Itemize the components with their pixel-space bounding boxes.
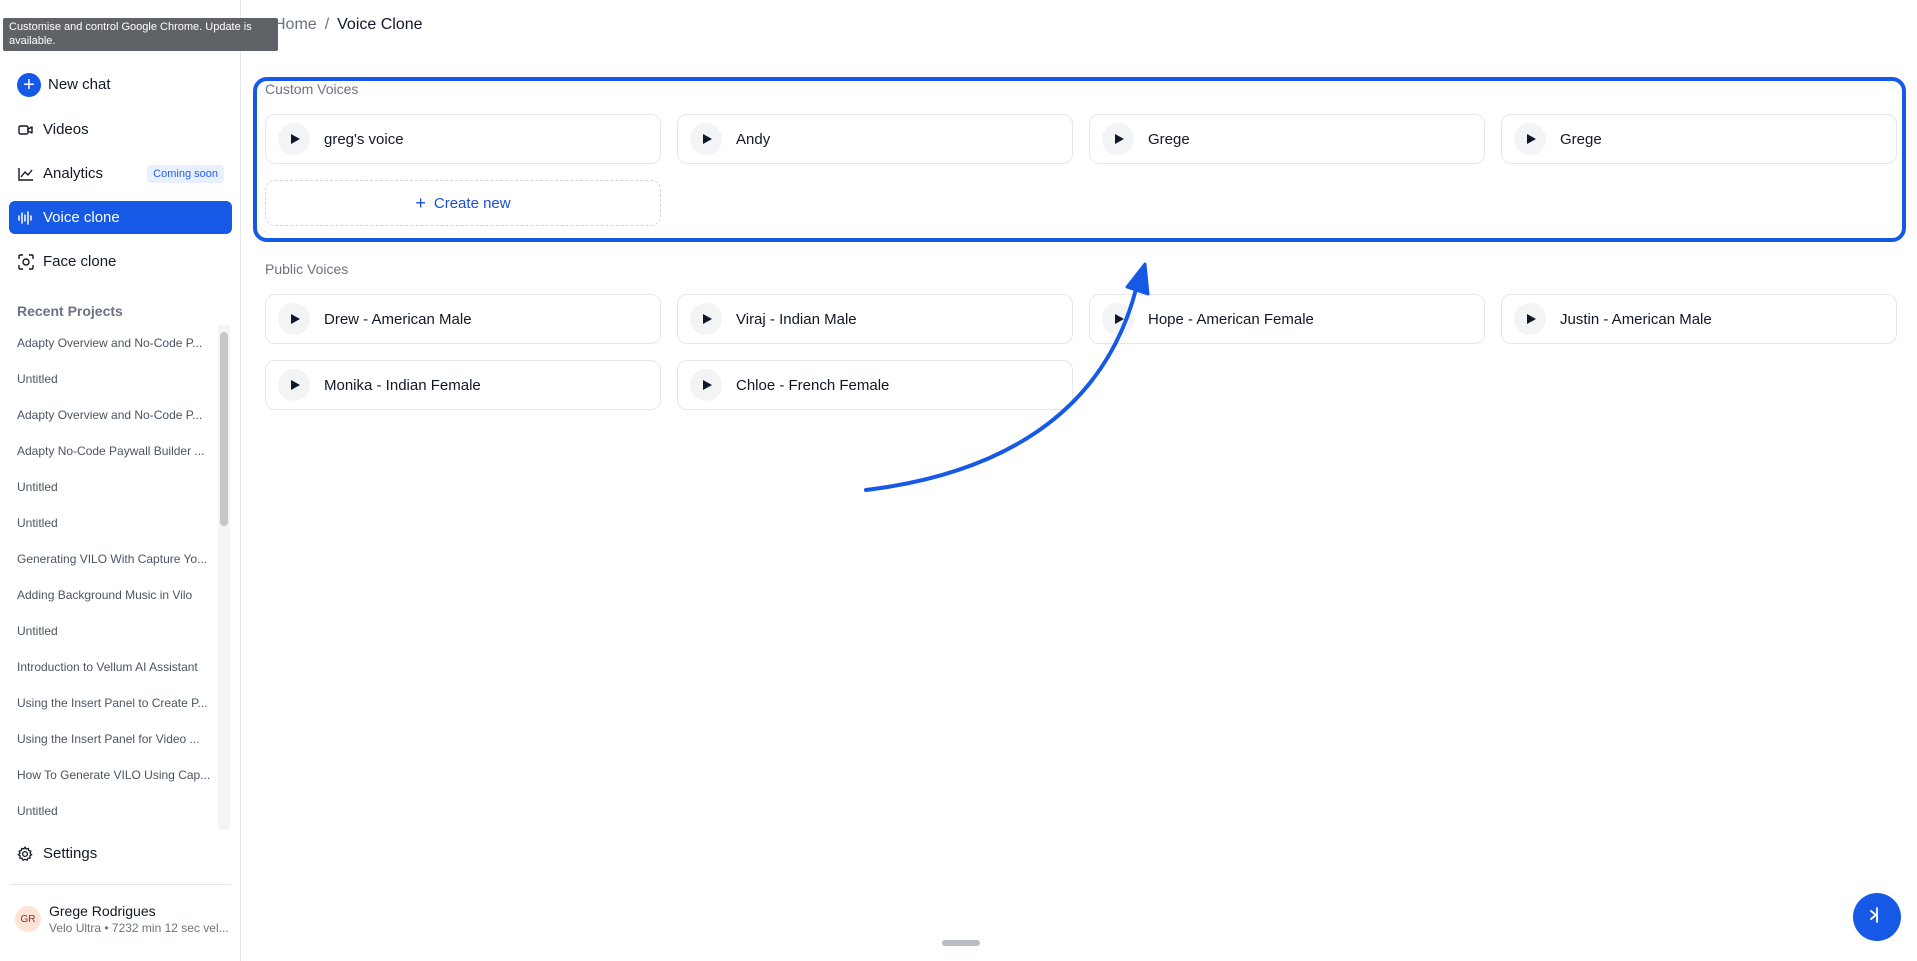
sparkle-icon xyxy=(1867,905,1887,930)
recent-project-item[interactable]: Untitled xyxy=(0,505,210,541)
custom-voices-title: Custom Voices xyxy=(265,81,359,97)
plus-circle-icon: + xyxy=(17,72,41,97)
user-name: Grege Rodrigues xyxy=(49,903,156,919)
play-icon xyxy=(290,134,300,144)
coming-soon-badge: Coming soon xyxy=(147,164,224,183)
play-button[interactable] xyxy=(278,303,310,335)
public-voice-card[interactable]: Viraj - Indian Male xyxy=(677,294,1073,344)
play-button[interactable] xyxy=(278,369,310,401)
play-icon xyxy=(1114,314,1124,324)
sidebar-item-label: Face clone xyxy=(43,253,117,270)
play-button[interactable] xyxy=(690,123,722,155)
voice-name: Hope - American Female xyxy=(1148,310,1314,328)
custom-voice-card[interactable]: Grege xyxy=(1089,114,1485,164)
recent-project-item[interactable]: Using the Insert Panel for Video ... xyxy=(0,721,210,757)
user-plan: Velo Ultra • 7232 min 12 sec vel... xyxy=(49,921,229,935)
voice-name: Viraj - Indian Male xyxy=(736,310,857,328)
voice-name: Grege xyxy=(1560,130,1602,148)
play-button[interactable] xyxy=(690,303,722,335)
play-icon xyxy=(1526,134,1536,144)
public-voice-card[interactable]: Drew - American Male xyxy=(265,294,661,344)
recent-projects-list: Adapty Overview and No-Code P... Untitle… xyxy=(0,325,218,830)
breadcrumb-home[interactable]: Home xyxy=(274,16,317,34)
custom-voice-card[interactable]: greg's voice xyxy=(265,114,661,164)
voice-name: greg's voice xyxy=(324,130,404,148)
public-voices-title: Public Voices xyxy=(265,261,349,277)
play-button[interactable] xyxy=(1514,303,1546,335)
app-window: Customise and control Google Chrome. Upd… xyxy=(0,0,1917,961)
recent-project-item[interactable]: Adapty Overview and No-Code P... xyxy=(0,397,210,433)
breadcrumb-separator: / xyxy=(324,16,330,33)
sidebar: Customise and control Google Chrome. Upd… xyxy=(0,0,278,961)
gear-icon xyxy=(17,845,33,862)
recent-project-item[interactable]: Untitled xyxy=(0,469,210,505)
settings-button[interactable]: Settings xyxy=(17,845,97,862)
recent-project-item[interactable]: How To Generate VILO Using Cap... xyxy=(0,757,210,793)
recent-project-item[interactable]: Generating VILO With Capture Yo... xyxy=(0,541,210,577)
custom-voice-card[interactable]: Grege xyxy=(1501,114,1897,164)
user-profile[interactable]: GR Grege Rodrigues Velo Ultra • 7232 min… xyxy=(15,903,229,935)
sidebar-divider xyxy=(10,884,231,885)
new-chat-label: New chat xyxy=(48,76,111,93)
play-icon xyxy=(290,314,300,324)
face-scan-icon xyxy=(17,253,35,271)
create-new-voice-button[interactable]: + Create new xyxy=(265,180,661,226)
sidebar-item-face-clone[interactable]: Face clone xyxy=(9,245,232,278)
play-icon xyxy=(290,380,300,390)
public-voice-card[interactable]: Justin - American Male xyxy=(1501,294,1897,344)
settings-label: Settings xyxy=(43,845,98,862)
voice-name: Monika - Indian Female xyxy=(324,376,481,394)
recent-scrollbar[interactable] xyxy=(220,332,228,526)
public-voice-card[interactable]: Hope - American Female xyxy=(1089,294,1485,344)
create-new-label: Create new xyxy=(433,194,511,212)
public-voice-card[interactable]: Monika - Indian Female xyxy=(265,360,661,410)
avatar: GR xyxy=(15,906,41,932)
recent-project-item[interactable]: Adapty Overview and No-Code P... xyxy=(0,325,210,361)
play-icon xyxy=(1526,314,1536,324)
line-chart-icon xyxy=(17,165,35,183)
recent-project-item[interactable]: Adding Background Music in Vilo xyxy=(0,577,210,613)
recent-project-item[interactable]: Untitled xyxy=(0,613,210,649)
public-voice-card[interactable]: Chloe - French Female xyxy=(677,360,1073,410)
sidebar-item-analytics[interactable]: Analytics Coming soon xyxy=(9,157,232,190)
play-icon xyxy=(702,134,712,144)
recent-project-item[interactable]: Adapty No-Code Paywall Builder ... xyxy=(0,433,210,469)
recent-project-item[interactable]: Using the Insert Panel to Create P... xyxy=(0,685,210,721)
voice-name: Drew - American Male xyxy=(324,310,472,328)
breadcrumb-current: Voice Clone xyxy=(337,16,423,33)
voice-name: Andy xyxy=(736,130,771,148)
sidebar-item-videos[interactable]: Videos xyxy=(9,113,232,146)
recent-project-item[interactable]: Untitled xyxy=(0,793,210,829)
video-camera-icon xyxy=(17,121,35,139)
play-button[interactable] xyxy=(690,369,722,401)
drag-handle[interactable] xyxy=(942,940,980,946)
play-icon xyxy=(702,314,712,324)
custom-voice-card[interactable]: Andy xyxy=(677,114,1073,164)
voice-name: Justin - American Male xyxy=(1560,310,1712,328)
play-button[interactable] xyxy=(1102,303,1134,335)
sidebar-item-voice-clone[interactable]: Voice clone xyxy=(9,201,232,234)
play-button[interactable] xyxy=(1514,123,1546,155)
recent-project-item[interactable]: Untitled xyxy=(0,361,210,397)
play-button[interactable] xyxy=(1102,123,1134,155)
recent-projects-title: Recent Projects xyxy=(17,303,123,319)
plus-icon: + xyxy=(415,192,426,213)
sidebar-item-label: Voice clone xyxy=(43,209,120,226)
breadcrumb: Home / Voice Clone xyxy=(274,16,423,34)
user-info: Grege Rodrigues Velo Ultra • 7232 min 12… xyxy=(49,903,229,935)
sidebar-item-label: Videos xyxy=(43,121,89,138)
assistant-fab-button[interactable] xyxy=(1853,893,1901,941)
play-button[interactable] xyxy=(278,123,310,155)
waveform-icon xyxy=(17,209,35,227)
play-icon xyxy=(702,380,712,390)
new-chat-button[interactable]: + New chat xyxy=(9,68,232,101)
sidebar-item-label: Analytics xyxy=(43,165,104,182)
play-icon xyxy=(1114,134,1124,144)
recent-project-item[interactable]: Introduction to Vellum AI Assistant xyxy=(0,649,210,685)
voice-name: Chloe - French Female xyxy=(736,376,890,394)
voice-name: Grege xyxy=(1148,130,1190,148)
chrome-update-tooltip: Customise and control Google Chrome. Upd… xyxy=(3,18,278,51)
